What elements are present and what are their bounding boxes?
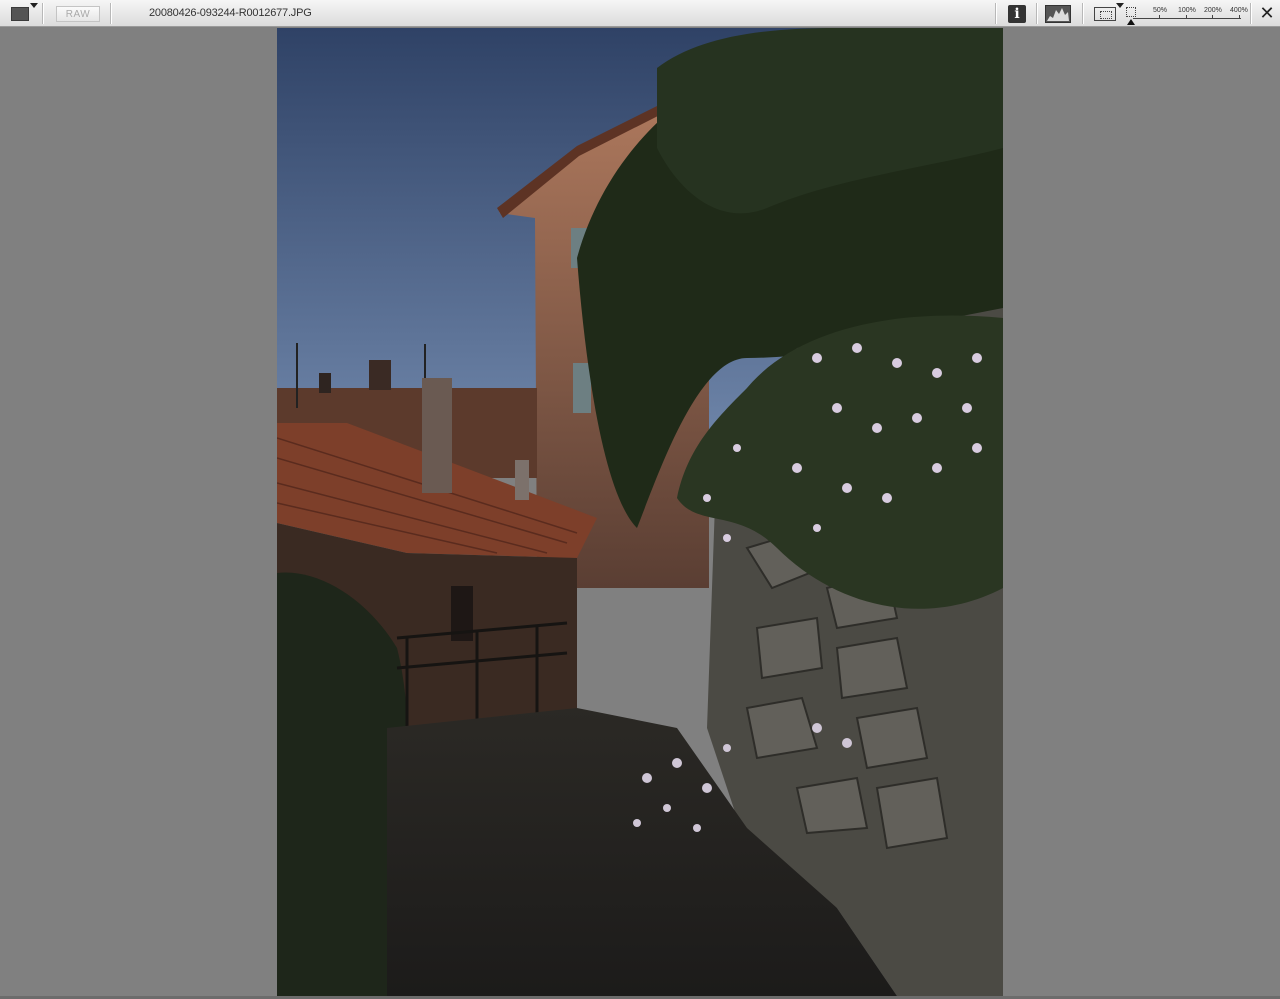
photo-preview	[277, 28, 1003, 996]
toolbar-divider	[995, 3, 997, 24]
toolbar-divider	[1036, 3, 1038, 24]
raw-button[interactable]: RAW	[56, 6, 100, 22]
close-icon[interactable]: ✕	[1257, 4, 1277, 24]
info-icon: i	[1008, 4, 1026, 23]
fit-to-window-button[interactable]	[1093, 3, 1117, 24]
zoom-tick	[1159, 15, 1160, 19]
actual-size-icon[interactable]	[1126, 7, 1136, 17]
toolbar-divider	[1250, 3, 1252, 24]
zoom-dropdown-arrow[interactable]	[1116, 3, 1124, 8]
zoom-slider-track[interactable]	[1133, 18, 1241, 19]
zoom-tick	[1212, 15, 1213, 19]
zoom-tick	[1186, 15, 1187, 19]
top-toolbar: RAW 20080426-093244-R0012677.JPG i 50% 1…	[0, 0, 1280, 27]
histogram-button[interactable]	[1043, 3, 1073, 24]
zoom-label-50[interactable]: 50%	[1153, 7, 1167, 14]
info-button[interactable]: i	[1006, 3, 1028, 24]
single-view-icon[interactable]	[11, 7, 29, 21]
zoom-slider-thumb[interactable]	[1127, 19, 1135, 25]
toolbar-divider	[1082, 3, 1084, 24]
zoom-label-200[interactable]: 200%	[1204, 7, 1222, 14]
zoom-label-100[interactable]: 100%	[1178, 7, 1196, 14]
zoom-label-400[interactable]: 400%	[1230, 7, 1248, 14]
toolbar-divider	[42, 3, 44, 24]
view-mode-dropdown-arrow[interactable]	[30, 3, 38, 8]
file-name: 20080426-093244-R0012677.JPG	[149, 7, 312, 19]
fit-to-window-icon	[1094, 6, 1116, 21]
toolbar-divider	[110, 3, 112, 24]
histogram-icon	[1045, 4, 1071, 23]
zoom-tick	[1239, 15, 1240, 19]
